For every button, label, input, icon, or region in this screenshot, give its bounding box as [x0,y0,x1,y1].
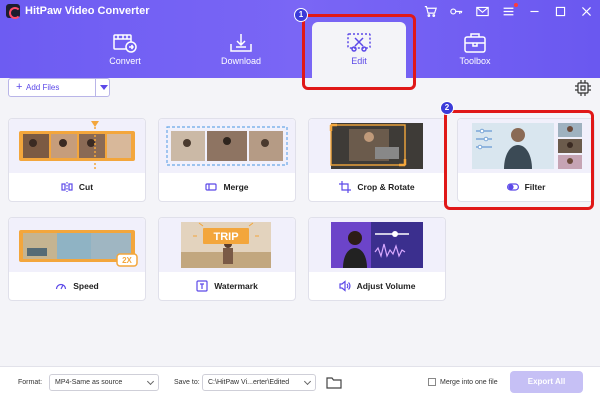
save-path-select[interactable]: C:\HitPaw Vi...erter\Edited [202,374,316,391]
tab-convert[interactable]: Convert [80,28,170,76]
merge-icon [205,183,218,191]
tool-card-speed[interactable]: 2X Speed [8,217,146,301]
app-title: HitPaw Video Converter [25,5,150,17]
main-nav: Convert Download Edit Toolbox [0,22,600,78]
minimize-icon[interactable] [526,3,542,19]
download-icon [230,34,252,52]
tab-toolbox[interactable]: Toolbox [430,28,520,76]
export-all-button[interactable]: Export All [510,371,583,393]
cut-icon [61,182,73,192]
notification-dot [514,3,518,7]
watermark-icon [196,280,208,292]
speed-thumbnail: 2X [9,218,145,272]
cut-thumbnail [9,119,145,173]
watermark-thumbnail: TRIP [159,218,295,272]
add-files-label: Add Files [26,83,60,92]
volume-icon [338,280,351,292]
bottom-bar: Format: MP4-Same as source Save to: C:\H… [0,366,600,396]
tab-download[interactable]: Download [196,28,286,76]
crop-thumbnail [309,119,445,173]
chevron-down-icon [303,377,312,386]
add-files-dropdown-icon[interactable] [100,85,108,90]
tool-label: Crop & Rotate [357,182,415,192]
add-files-button[interactable]: + Add Files [8,78,110,97]
highlight-box-filter [444,110,594,210]
plus-icon: + [16,81,23,93]
toolbox-icon [464,33,486,53]
tool-label: Merge [223,182,249,192]
close-icon[interactable] [578,3,594,19]
save-path-value: C:\HitPaw Vi...erter\Edited [208,379,290,386]
mail-icon[interactable] [474,3,490,19]
tool-card-adjust-volume[interactable]: Adjust Volume [308,217,446,301]
step-badge-1: 1 [294,8,308,22]
tab-label: Download [220,56,262,66]
format-value: MP4-Same as source [55,379,123,386]
tool-card-crop-rotate[interactable]: Crop & Rotate [308,118,446,202]
highlight-box-edit [302,14,416,90]
chevron-down-icon [146,377,155,386]
tool-label: Cut [78,182,94,192]
crop-icon [339,181,352,193]
key-icon[interactable] [448,3,464,19]
speed-icon [56,283,67,290]
save-to-label: Save to: [174,379,200,386]
tool-card-merge[interactable]: Merge [158,118,296,202]
tool-label: Watermark [214,281,258,291]
hardware-acceleration-icon[interactable] [574,79,592,97]
tool-card-cut[interactable]: Cut [8,118,146,202]
speed-badge: 2X [122,256,132,265]
tool-card-watermark[interactable]: TRIP Watermark [158,217,296,301]
app-logo-icon [6,4,21,19]
tab-label: Toolbox [459,56,491,66]
step-badge-2: 2 [440,101,454,115]
format-select[interactable]: MP4-Same as source [49,374,159,391]
tool-label: Adjust Volume [356,281,416,291]
merge-checkbox[interactable] [428,378,436,386]
cart-icon[interactable] [422,3,438,19]
maximize-icon[interactable] [552,3,568,19]
merge-thumbnail [159,119,295,173]
merge-label: Merge into one file [440,379,498,386]
folder-icon[interactable] [326,376,342,389]
tab-label: Convert [109,56,141,66]
tool-label: Speed [73,281,99,291]
watermark-text: TRIP [213,231,238,243]
convert-icon [113,34,137,53]
volume-thumbnail [309,218,445,272]
format-label: Format: [18,379,43,386]
